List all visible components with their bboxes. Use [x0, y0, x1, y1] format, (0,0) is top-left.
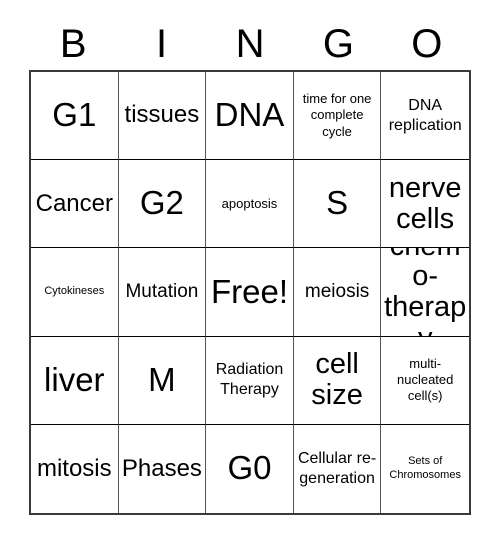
bingo-cell-label: liver	[44, 360, 105, 398]
bingo-cell[interactable]: Cancer	[31, 160, 119, 249]
bingo-card: B I N G O G1 tissues DNA time for one co…	[0, 0, 500, 544]
bingo-cell[interactable]: DNA replication	[381, 72, 469, 161]
bingo-cell-label: mitosis	[36, 454, 112, 482]
bingo-cell[interactable]: G1	[31, 72, 119, 161]
bingo-cell[interactable]: G2	[118, 160, 207, 249]
bingo-cell[interactable]: Radiation Therapy	[206, 336, 294, 425]
bingo-cell-label: Phases	[121, 454, 202, 482]
header-letter-g: G	[322, 22, 354, 66]
bingo-cell[interactable]: Sets of Chromosomes	[381, 425, 469, 513]
bingo-cell-label: apoptosis	[221, 195, 278, 211]
bingo-cell[interactable]: mitosis	[31, 424, 119, 513]
header-letter-i: I	[156, 22, 168, 66]
bingo-cell[interactable]: time for one complete cycle	[293, 72, 382, 161]
bingo-cell[interactable]: Mutation	[118, 248, 207, 337]
bingo-cell[interactable]: tissues	[118, 72, 207, 161]
bingo-cell-label: Cellular re-generation	[297, 449, 377, 487]
bingo-cell-label: nerve cells	[388, 172, 462, 235]
bingo-cell-label: Cytokineses	[44, 285, 105, 298]
bingo-cell[interactable]: nerve cells	[381, 160, 469, 249]
bingo-cell[interactable]: multi-nucleated cell(s)	[381, 337, 469, 425]
bingo-cell[interactable]: cell size	[293, 336, 382, 425]
bingo-cell-label: G0	[227, 449, 272, 487]
bingo-cell-label: Radiation Therapy	[215, 361, 284, 399]
bingo-cell-label: Cancer	[35, 189, 113, 217]
bingo-cell-label: meiosis	[304, 280, 370, 302]
bingo-cell[interactable]: Cytokineses	[31, 248, 119, 337]
bingo-cell-label: chemo-therapy	[384, 248, 467, 335]
bingo-cell[interactable]: M	[118, 336, 207, 425]
bingo-cell-label: multi-nucleated cell(s)	[396, 355, 454, 404]
bingo-cell-label: G1	[52, 96, 97, 134]
header-letter-o: O	[411, 22, 443, 66]
bingo-cell-label: DNA	[214, 96, 285, 134]
bingo-cell-label: cell size	[311, 348, 363, 412]
bingo-cell-label: tissues	[124, 101, 200, 129]
bingo-cell-label: G2	[139, 184, 184, 222]
bingo-cell-label: DNA replication	[388, 96, 462, 134]
bingo-cell-free[interactable]: Free!	[206, 248, 294, 337]
header-letter-b: B	[59, 22, 87, 66]
bingo-cell-label: time for one complete cycle	[302, 91, 372, 139]
bingo-cell[interactable]: liver	[31, 336, 119, 425]
bingo-cell[interactable]: chemo-therapy	[381, 248, 469, 337]
bingo-cell[interactable]: Cellular re-generation	[294, 424, 382, 513]
bingo-cell[interactable]: S	[293, 160, 382, 249]
bingo-cell-label: S	[326, 184, 349, 222]
bingo-cell[interactable]: DNA	[206, 72, 294, 161]
bingo-cell-label: M	[148, 360, 176, 398]
bingo-cell[interactable]: G0	[206, 424, 294, 513]
bingo-cell[interactable]: apoptosis	[206, 160, 294, 249]
bingo-cell-label: Free!	[210, 272, 288, 310]
bingo-cell-label: Sets of Chromosomes	[389, 455, 461, 481]
bingo-cell[interactable]: meiosis	[293, 248, 382, 337]
bingo-grid: G1 tissues DNA time for one complete cyc…	[29, 70, 471, 515]
bingo-cell-label: Mutation	[125, 280, 199, 302]
bingo-header: B I N G O	[29, 18, 471, 70]
header-letter-n: N	[235, 22, 265, 66]
bingo-cell[interactable]: Phases	[119, 424, 207, 513]
